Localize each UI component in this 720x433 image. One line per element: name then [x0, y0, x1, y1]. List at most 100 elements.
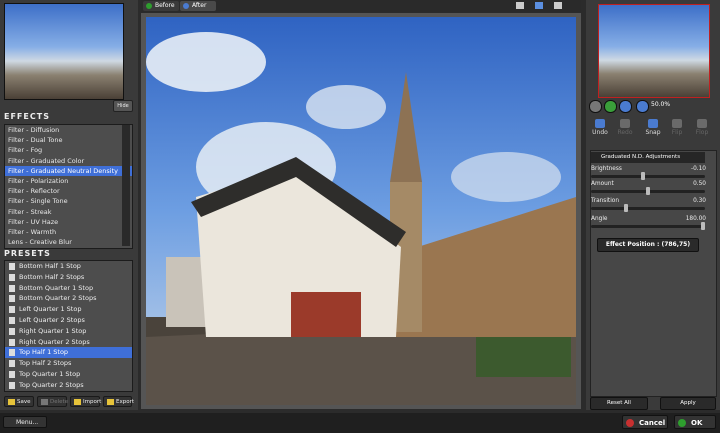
effect-item[interactable]: Filter - Graduated Color — [5, 156, 132, 166]
effect-item[interactable]: Filter - Graduated Neutral Density — [5, 165, 132, 176]
preset-item[interactable]: Bottom Half 1 Stop — [5, 261, 132, 272]
reset-all-button[interactable]: Reset All — [590, 397, 648, 410]
import-button[interactable]: Import — [70, 396, 101, 407]
slider-handle[interactable] — [640, 172, 645, 180]
export-button[interactable]: Export — [103, 396, 134, 407]
zoom-level: 50.0% — [651, 101, 671, 108]
undo-button[interactable]: Undo — [589, 119, 611, 139]
effect-item[interactable]: Filter - Polarization — [5, 176, 132, 186]
preset-label: Bottom Half 1 Stop — [19, 262, 81, 270]
effect-item[interactable]: Lens - Creative Blur — [5, 237, 132, 247]
preset-item[interactable]: Bottom Half 2 Stops — [5, 272, 132, 283]
preset-item[interactable]: Bottom Quarter 2 Stops — [5, 293, 132, 304]
redo-button[interactable]: Redo — [614, 119, 636, 139]
slider-handle[interactable] — [701, 222, 705, 230]
preset-label: Bottom Quarter 1 Stop — [19, 283, 94, 292]
delete-icon — [41, 399, 48, 405]
save-icon — [8, 399, 15, 405]
effects-scrollbar[interactable] — [122, 125, 130, 246]
menu-button[interactable]: Menu... — [3, 416, 47, 428]
effect-item[interactable]: Filter - Dual Tone — [5, 135, 132, 145]
export-icon — [107, 399, 114, 405]
preset-file-icon — [9, 273, 15, 281]
preset-item[interactable]: Right Quarter 2 Stops — [5, 337, 132, 348]
preset-item[interactable]: Top Quarter 1 Stop — [5, 369, 132, 380]
flop-button[interactable]: Flop — [691, 119, 713, 139]
after-dot-icon — [183, 3, 189, 9]
preset-label: Top Quarter 2 Stops — [19, 380, 84, 389]
save-button[interactable]: Save — [4, 396, 34, 407]
apply-button[interactable]: Apply — [660, 397, 716, 410]
adjustments-panel — [590, 150, 717, 397]
slider-value: -0.10 — [691, 166, 706, 172]
preset-item[interactable]: Top Quarter 2 Stops — [5, 380, 132, 391]
preset-item[interactable]: Left Quarter 1 Stop — [5, 304, 132, 315]
slider-track[interactable] — [591, 172, 705, 180]
undo-icon — [595, 119, 605, 128]
preset-file-icon — [9, 327, 15, 335]
preset-file-icon — [9, 295, 15, 303]
slider-track[interactable] — [591, 222, 705, 230]
effect-item[interactable]: Filter - Streak — [5, 207, 132, 217]
zoom-out-icon[interactable] — [589, 100, 602, 113]
slider-track[interactable] — [591, 187, 705, 195]
side-by-side-view-icon[interactable] — [554, 2, 562, 9]
effect-item[interactable]: Filter - Diffusion — [5, 125, 132, 135]
navigator-preview[interactable] — [598, 4, 710, 98]
zoom-in-icon[interactable] — [604, 100, 617, 113]
effect-item[interactable]: Filter - Fog — [5, 145, 132, 155]
view-toolbar: Before After — [141, 0, 581, 12]
actual-size-icon[interactable] — [636, 100, 649, 113]
delete-button[interactable]: Delete — [37, 396, 68, 407]
preset-file-icon — [9, 360, 15, 368]
preview-image[interactable] — [146, 17, 576, 405]
preset-file-icon — [9, 338, 15, 346]
preset-item[interactable]: Bottom Quarter 1 Stop — [5, 283, 132, 294]
slider-value: 0.30 — [693, 198, 706, 204]
bottom-bar — [0, 413, 720, 433]
redo-icon — [620, 119, 630, 128]
cancel-button[interactable]: Cancel — [622, 415, 668, 429]
effect-position-button[interactable]: Effect Position : (786,75) — [597, 238, 699, 252]
snap-button[interactable]: Snap — [642, 119, 664, 139]
slider-label: Brightness — [591, 166, 622, 172]
hide-button[interactable]: Hide — [113, 100, 133, 112]
slider-handle[interactable] — [646, 187, 650, 195]
ok-button[interactable]: OK — [674, 415, 716, 429]
flip-button[interactable]: Flip — [666, 119, 688, 139]
navigator-thumbnail[interactable] — [4, 3, 124, 100]
preset-label: Left Quarter 1 Stop — [19, 305, 82, 314]
effect-item[interactable]: Filter - UV Haze — [5, 217, 132, 227]
slider-track[interactable] — [591, 204, 705, 212]
slider-value: 0.50 — [693, 181, 706, 187]
fit-icon[interactable] — [619, 100, 632, 113]
tab-before[interactable]: Before — [143, 1, 179, 11]
preset-label: Bottom Quarter 2 Stops — [19, 294, 97, 303]
preview-image-graphic — [146, 17, 576, 405]
effect-item[interactable]: Filter - Warmth — [5, 227, 132, 237]
preset-button-bar: Save Delete Import Export — [4, 396, 134, 408]
slider-label: Transition — [591, 198, 620, 204]
split-view-icon[interactable] — [535, 2, 543, 9]
presets-list[interactable]: Bottom Half 1 Stop Bottom Half 2 Stops Bot… — [4, 260, 133, 392]
preset-label: Top Half 2 Stops — [19, 359, 72, 368]
adjustments-header[interactable]: Graduated N.D. Adjustments — [591, 152, 705, 163]
effect-item[interactable]: Filter - Reflector — [5, 186, 132, 196]
preset-label: Left Quarter 2 Stops — [19, 315, 85, 324]
snap-icon — [648, 119, 658, 128]
single-view-icon[interactable] — [516, 2, 524, 9]
preset-item[interactable]: Top Half 2 Stops — [5, 358, 132, 369]
effect-item[interactable]: Filter - Single Tone — [5, 196, 132, 206]
preset-item[interactable]: Right Quarter 1 Stop — [5, 326, 132, 337]
preset-file-icon — [9, 263, 15, 270]
import-icon — [74, 399, 81, 405]
tab-after[interactable]: After — [180, 1, 216, 11]
effects-list[interactable]: Filter - Diffusion Filter - Dual Tone Filt… — [4, 124, 133, 249]
preset-file-icon — [9, 284, 15, 292]
slider-handle[interactable] — [624, 204, 628, 212]
slider-label: Angle — [591, 216, 608, 222]
preset-item[interactable]: Top Half 1 Stop — [5, 347, 132, 359]
preset-file-icon — [9, 306, 15, 314]
preset-file-icon — [9, 381, 15, 389]
preset-item[interactable]: Left Quarter 2 Stops — [5, 315, 132, 326]
